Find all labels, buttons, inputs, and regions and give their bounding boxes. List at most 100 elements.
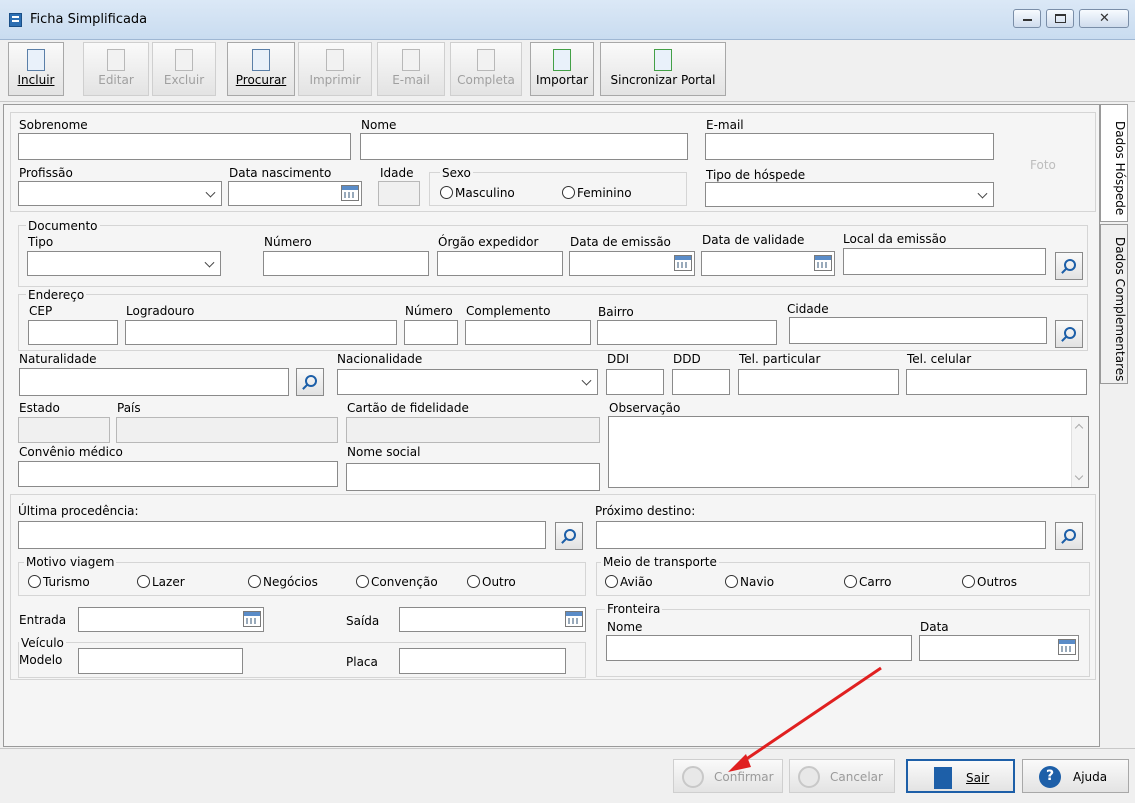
complemento-input[interactable] xyxy=(465,320,591,345)
motivo-turismo-radio[interactable]: Turismo xyxy=(28,575,90,589)
confirmar-button[interactable]: Confirmar xyxy=(673,759,783,793)
naturalidade-search-button[interactable] xyxy=(296,368,324,396)
search-icon xyxy=(1064,529,1076,541)
local-emissao-search-button[interactable] xyxy=(1055,252,1083,280)
tab-dados-complementares[interactable]: Dados Complementares xyxy=(1100,224,1128,384)
modelo-input[interactable] xyxy=(78,648,243,674)
search-icon xyxy=(564,529,576,541)
convenio-label: Convênio médico xyxy=(19,445,123,459)
observacao-scrollbar[interactable] xyxy=(1071,417,1088,487)
placa-input[interactable] xyxy=(399,648,566,674)
proximo-destino-search-button[interactable] xyxy=(1055,522,1083,550)
nome-social-label: Nome social xyxy=(347,445,421,459)
end-numero-input[interactable] xyxy=(404,320,458,345)
id-card-icon xyxy=(477,49,495,71)
cartao-input xyxy=(346,417,600,443)
idade-label: Idade xyxy=(380,166,414,180)
meio-aviao-radio[interactable]: Avião xyxy=(605,575,653,589)
sobrenome-input[interactable] xyxy=(18,133,351,160)
tab-dados-hospede[interactable]: Dados Hóspede xyxy=(1100,104,1128,222)
excluir-button[interactable]: Excluir xyxy=(152,42,216,96)
calendar-icon[interactable] xyxy=(814,255,832,271)
editar-button[interactable]: Editar xyxy=(83,42,149,96)
doc-tipo-select[interactable] xyxy=(27,251,221,276)
printer-icon xyxy=(326,49,344,71)
proximo-destino-input[interactable] xyxy=(596,521,1046,549)
calendar-icon[interactable] xyxy=(674,255,692,271)
cidade-label: Cidade xyxy=(787,302,829,316)
observacao-textarea[interactable] xyxy=(608,416,1089,488)
motivo-negocios-radio[interactable]: Negócios xyxy=(248,575,318,589)
data-nascimento-input[interactable] xyxy=(228,181,362,206)
veiculo-title: Veículo xyxy=(19,636,66,650)
motivo-lazer-radio[interactable]: Lazer xyxy=(137,575,185,589)
tipo-hospede-label: Tipo de hóspede xyxy=(706,168,806,182)
nacionalidade-select[interactable] xyxy=(337,369,598,395)
email-button[interactable]: E-mail xyxy=(377,42,445,96)
ddi-input[interactable] xyxy=(606,369,664,395)
data-emissao-input[interactable] xyxy=(569,251,695,276)
cidade-search-button[interactable] xyxy=(1055,320,1083,348)
nome-social-input[interactable] xyxy=(346,463,600,491)
data-validade-input[interactable] xyxy=(701,251,835,276)
saida-label: Saída xyxy=(346,614,380,628)
ultima-procedencia-search-button[interactable] xyxy=(555,522,583,550)
sincronizar-portal-button[interactable]: Sincronizar Portal xyxy=(600,42,726,96)
importar-button[interactable]: Importar xyxy=(530,42,594,96)
data-emissao-label: Data de emissão xyxy=(570,235,671,249)
placa-label: Placa xyxy=(346,655,378,669)
fronteira-data-input[interactable] xyxy=(919,635,1079,661)
local-emissao-input[interactable] xyxy=(843,248,1046,275)
cidade-input[interactable] xyxy=(789,317,1047,344)
meio-outros-radio[interactable]: Outros xyxy=(962,575,1017,589)
minimize-button[interactable] xyxy=(1013,9,1041,28)
search-icon xyxy=(1064,327,1076,339)
email-input[interactable] xyxy=(705,133,994,160)
calendar-icon[interactable] xyxy=(1058,639,1076,655)
meio-transporte-title: Meio de transporte xyxy=(601,555,719,569)
motivo-outro-radio[interactable]: Outro xyxy=(467,575,516,589)
procurar-button[interactable]: Procurar xyxy=(227,42,295,96)
incluir-button[interactable]: Incluir xyxy=(8,42,64,96)
tel-particular-input[interactable] xyxy=(738,369,899,395)
feminino-radio[interactable]: Feminino xyxy=(562,186,632,200)
nome-input[interactable] xyxy=(360,133,688,160)
ddd-label: DDD xyxy=(673,352,701,366)
masculino-radio[interactable]: Masculino xyxy=(440,186,515,200)
tel-celular-input[interactable] xyxy=(906,369,1087,395)
sair-button[interactable]: Sair xyxy=(906,759,1015,793)
meio-carro-radio[interactable]: Carro xyxy=(844,575,891,589)
ajuda-button[interactable]: ? Ajuda xyxy=(1022,759,1129,793)
profissao-select[interactable] xyxy=(18,181,222,206)
saida-input[interactable] xyxy=(399,607,586,632)
ultima-procedencia-input[interactable] xyxy=(18,521,546,549)
close-button[interactable]: ✕ xyxy=(1079,9,1129,28)
observacao-label: Observação xyxy=(609,401,681,415)
logradouro-input[interactable] xyxy=(125,320,397,345)
search-icon xyxy=(305,375,317,387)
completa-button[interactable]: Completa xyxy=(450,42,522,96)
ddd-input[interactable] xyxy=(672,369,730,395)
calendar-icon[interactable] xyxy=(565,611,583,627)
meio-navio-radio[interactable]: Navio xyxy=(725,575,774,589)
calendar-icon[interactable] xyxy=(341,185,359,201)
entrada-input[interactable] xyxy=(78,607,264,632)
motivo-convencao-radio[interactable]: Convenção xyxy=(356,575,438,589)
doc-numero-input[interactable] xyxy=(263,251,429,276)
pais-input xyxy=(116,417,338,443)
documento-title: Documento xyxy=(26,219,100,233)
scroll-down-icon xyxy=(1074,471,1084,481)
naturalidade-input[interactable] xyxy=(19,368,289,396)
tipo-hospede-select[interactable] xyxy=(705,182,994,207)
fronteira-nome-input[interactable] xyxy=(606,635,912,661)
maximize-button[interactable] xyxy=(1046,9,1074,28)
bairro-label: Bairro xyxy=(598,305,634,319)
doc-numero-label: Número xyxy=(264,235,312,249)
cep-input[interactable] xyxy=(28,320,118,345)
cancelar-button[interactable]: Cancelar xyxy=(789,759,895,793)
calendar-icon[interactable] xyxy=(243,611,261,627)
imprimir-button[interactable]: Imprimir xyxy=(298,42,372,96)
bairro-input[interactable] xyxy=(597,320,777,345)
orgao-input[interactable] xyxy=(437,251,563,276)
convenio-input[interactable] xyxy=(18,461,338,487)
